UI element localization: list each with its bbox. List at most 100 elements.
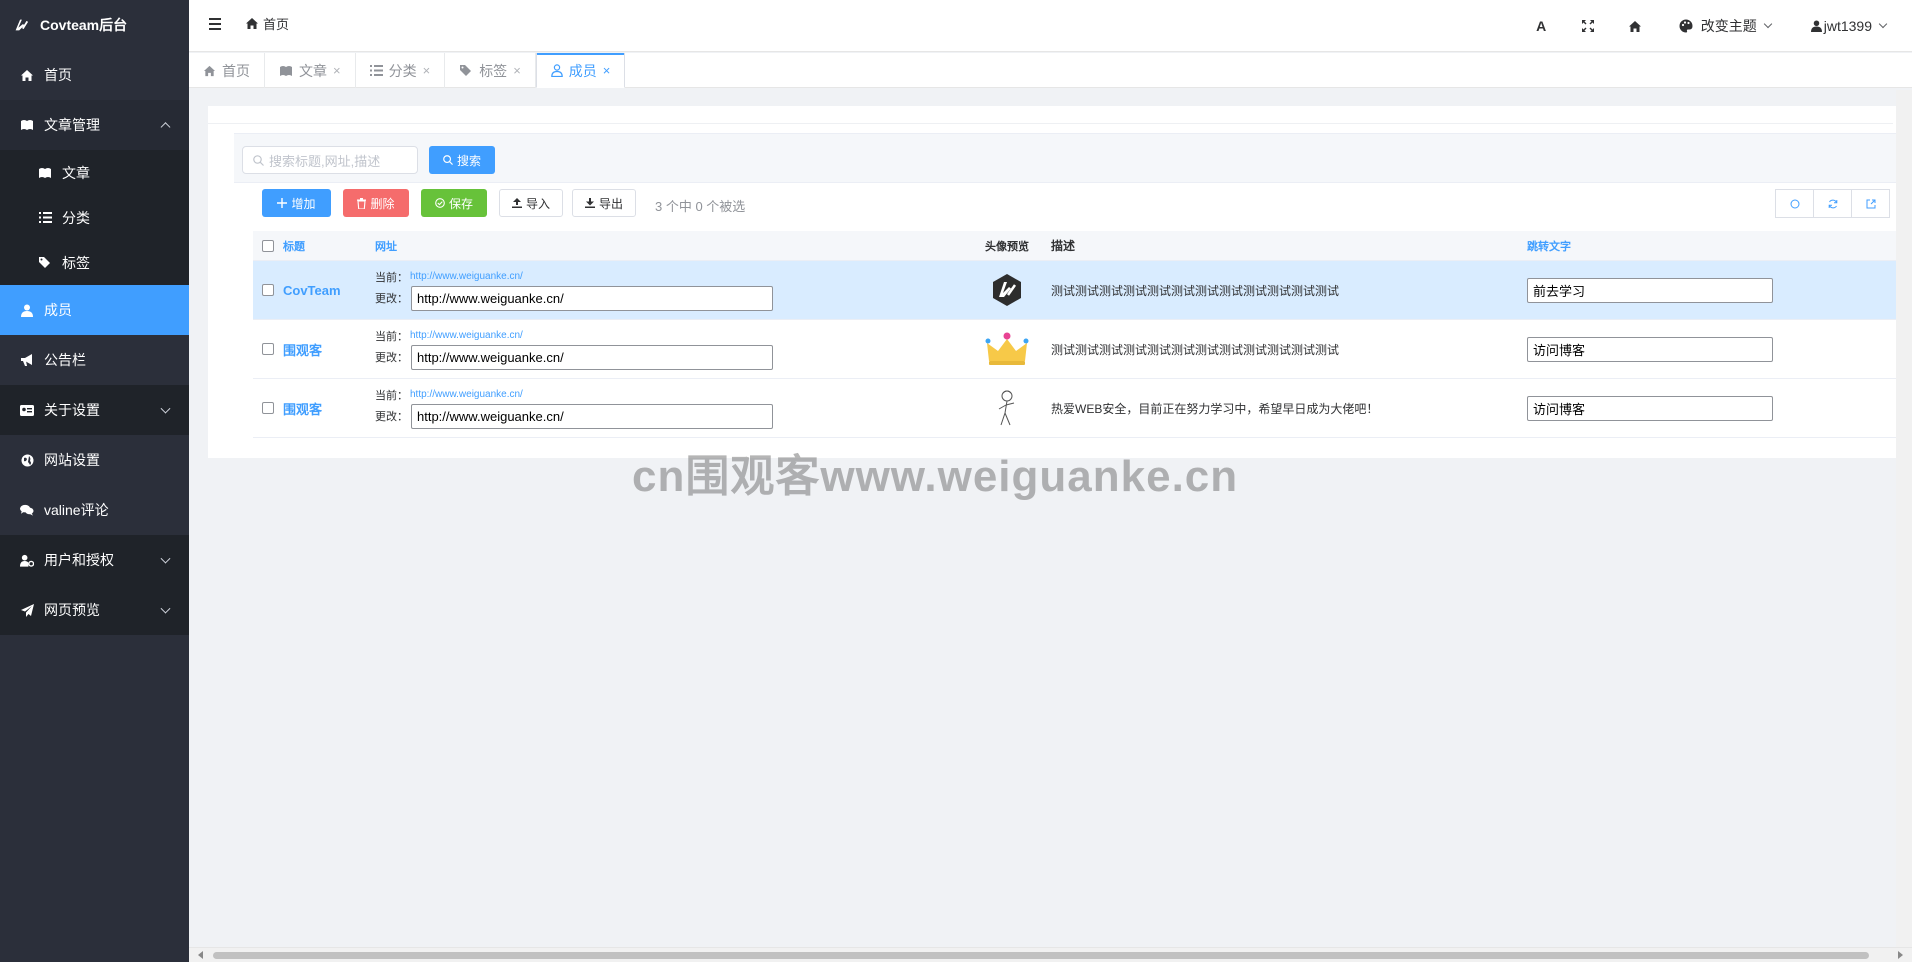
upload-icon — [511, 198, 522, 208]
url-input[interactable] — [411, 403, 773, 429]
user-dropdown[interactable]: jwt1399 — [1810, 18, 1888, 34]
book-icon — [38, 166, 52, 180]
search-icon — [443, 155, 453, 165]
crown-icon — [985, 332, 1029, 365]
font-size-button[interactable]: A — [1518, 0, 1565, 52]
row-title[interactable]: 围观客 — [283, 340, 375, 359]
vertical-scrollbar[interactable] — [1896, 90, 1912, 947]
table-row[interactable]: 围观客 当前：http://www.weiguanke.cn/ 更改： 测试测试… — [253, 320, 1902, 379]
current-url-link[interactable]: http://www.weiguanke.cn/ — [410, 389, 523, 400]
reload-button[interactable] — [1813, 189, 1852, 218]
current-url-link[interactable]: http://www.weiguanke.cn/ — [410, 330, 523, 341]
book-icon — [20, 118, 34, 132]
id-card-icon — [20, 403, 34, 417]
chevron-down-icon — [1763, 19, 1772, 29]
row-jump-cell — [1523, 277, 1902, 303]
import-button-label: 导入 — [525, 196, 550, 211]
export-button[interactable]: 导出 — [572, 189, 636, 217]
close-icon[interactable]: × — [603, 63, 611, 78]
header-title[interactable]: 标题 — [283, 238, 375, 254]
tabs-bar: 首页 文章 × 分类 × 标签 × 成员 × — [189, 53, 1912, 88]
sidebar-item-home[interactable]: 首页 — [0, 50, 189, 100]
header-jump[interactable]: 跳转文字 — [1523, 238, 1902, 254]
delete-button[interactable]: 删除 — [343, 189, 409, 217]
row-title[interactable]: CovTeam — [283, 283, 375, 298]
current-url: 当前： http://www.weiguanke.cn/ — [375, 388, 967, 402]
fullscreen-button[interactable] — [1565, 0, 1612, 52]
url-input[interactable] — [411, 285, 773, 311]
row-checkbox[interactable] — [262, 343, 274, 355]
save-button[interactable]: 保存 — [421, 189, 487, 217]
comments-icon — [20, 503, 34, 517]
search-input[interactable]: 搜索标题,网址,描述 — [242, 146, 418, 174]
row-jump-cell — [1523, 395, 1902, 421]
horizontal-scrollbar[interactable] — [189, 947, 1912, 962]
tab-label: 首页 — [222, 62, 250, 79]
jump-text-input[interactable] — [1527, 395, 1773, 421]
row-checkbox[interactable] — [262, 402, 274, 414]
scroll-left-arrow-icon[interactable] — [198, 951, 203, 959]
external-link-icon — [1866, 199, 1875, 208]
header-url[interactable]: 网址 — [375, 238, 967, 254]
tab-categories[interactable]: 分类 × — [356, 53, 446, 88]
header-desc[interactable]: 描述 — [1047, 237, 1523, 254]
current-url: 当前： http://www.weiguanke.cn/ — [375, 329, 967, 343]
sidebar-item-label: 关于设置 — [44, 402, 100, 418]
refresh-button[interactable] — [1775, 189, 1814, 218]
sidebar-item-valine-comments[interactable]: valine评论 — [0, 485, 189, 535]
current-url-link[interactable]: http://www.weiguanke.cn/ — [410, 271, 523, 282]
download-icon — [584, 198, 595, 208]
close-icon[interactable]: × — [423, 63, 431, 78]
import-button[interactable]: 导入 — [499, 189, 563, 217]
table-row[interactable]: 围观客 当前：http://www.weiguanke.cn/ 更改： 热爱WE… — [253, 379, 1902, 438]
row-checkbox[interactable] — [262, 284, 274, 296]
sidebar-item-members[interactable]: 成员 — [0, 285, 189, 335]
chevron-down-icon — [160, 603, 171, 614]
sidebar-item-articles[interactable]: 文章 — [0, 150, 189, 195]
current-label: 当前： — [375, 271, 408, 284]
scrollbar-thumb[interactable] — [213, 952, 1869, 959]
export-view-button[interactable] — [1851, 189, 1890, 218]
chevron-up-icon — [160, 122, 171, 133]
save-button-label: 保存 — [448, 196, 473, 211]
select-all-checkbox[interactable] — [262, 239, 274, 252]
search-button[interactable]: 搜索 — [429, 146, 495, 174]
tab-articles[interactable]: 文章 × — [265, 53, 356, 88]
sidebar-item-users-and-auth[interactable]: 用户和授权 — [0, 535, 189, 585]
table-row[interactable]: CovTeam 当前： http://www.weiguanke.cn/ 更改： … — [253, 261, 1902, 320]
current-label: 当前： — [375, 330, 408, 343]
hamburger-icon[interactable] — [209, 18, 221, 30]
tab-home[interactable]: 首页 — [189, 53, 265, 88]
tab-tags[interactable]: 标签 × — [445, 53, 536, 88]
sidebar-item-label: 成员 — [44, 302, 72, 318]
close-icon[interactable]: × — [513, 63, 521, 78]
breadcrumb-home[interactable]: 首页 — [263, 14, 289, 33]
sidebar-item-announcement[interactable]: 公告栏 — [0, 335, 189, 385]
row-checkbox-cell — [253, 284, 283, 296]
font-icon: A — [1536, 18, 1547, 34]
paper-plane-icon — [20, 603, 34, 617]
jump-text-input[interactable] — [1527, 336, 1773, 362]
tab-label: 分类 — [388, 62, 417, 79]
theme-dropdown[interactable]: 改变主题 — [1679, 16, 1772, 36]
add-button[interactable]: 增加 — [262, 189, 331, 217]
tags-icon — [460, 65, 472, 76]
sidebar-item-about-settings[interactable]: 关于设置 — [0, 385, 189, 435]
sidebar-item-categories[interactable]: 分类 — [0, 195, 189, 240]
submenu-article: 文章 分类 标签 — [0, 150, 189, 285]
avatar-cell — [967, 273, 1047, 307]
close-icon[interactable]: × — [333, 63, 341, 78]
sidebar-item-site-settings[interactable]: 网站设置 — [0, 435, 189, 485]
jump-text-input[interactable] — [1527, 277, 1773, 303]
row-desc: 测试测试测试测试测试测试测试测试测试测试测试测试 — [1051, 342, 1340, 357]
app-logo[interactable]: Covteam后台 — [0, 0, 189, 50]
row-title[interactable]: 围观客 — [283, 399, 375, 418]
scroll-right-arrow-icon[interactable] — [1898, 951, 1903, 959]
sidebar-item-article-management[interactable]: 文章管理 — [0, 100, 189, 150]
home-button[interactable] — [1612, 0, 1659, 52]
tab-members[interactable]: 成员 × — [535, 53, 626, 88]
sidebar-item-tags[interactable]: 标签 — [0, 240, 189, 285]
url-input[interactable] — [411, 344, 773, 370]
sidebar-item-label: 公告栏 — [44, 352, 86, 368]
sidebar-item-web-preview[interactable]: 网页预览 — [0, 585, 189, 635]
